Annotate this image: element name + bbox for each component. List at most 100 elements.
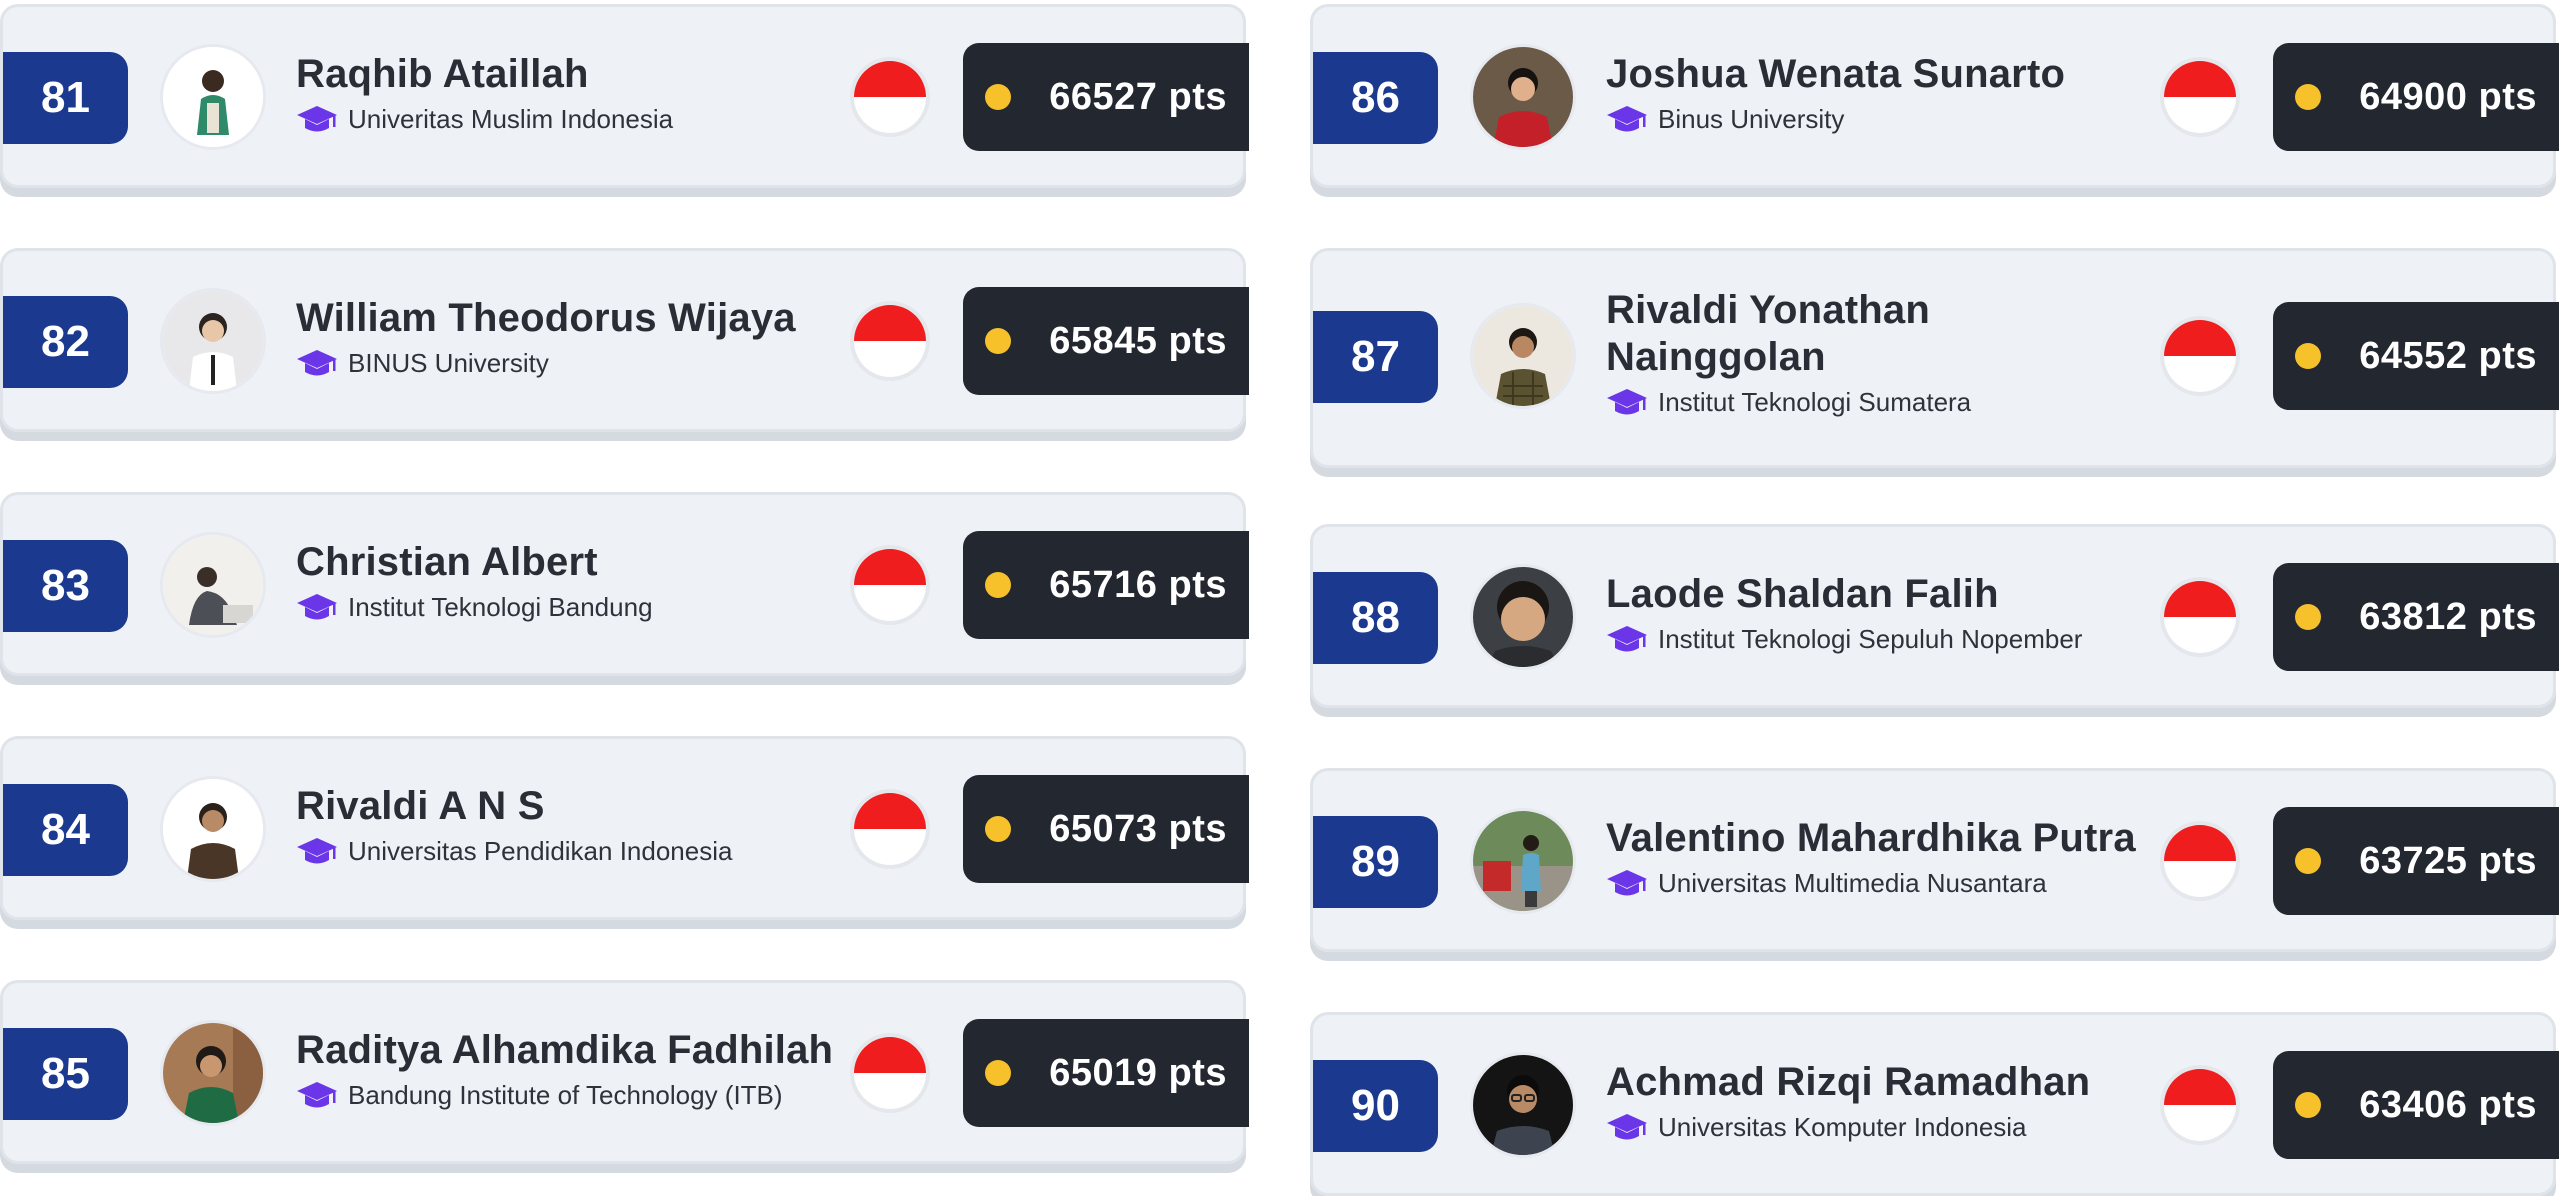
leaderboard-card[interactable]: 81 Raqhib Ataillah Univeritas Muslim Ind… xyxy=(0,4,1249,188)
points-value: 64900 pts xyxy=(2359,75,2537,118)
player-name: Rivaldi Yonathan Nainggolan xyxy=(1606,288,1931,379)
coin-dot-icon xyxy=(2295,1092,2321,1118)
points-badge: 65845 pts xyxy=(963,287,1249,395)
points-value: 64552 pts xyxy=(2359,334,2537,377)
avatar xyxy=(163,47,263,147)
university-name: Universitas Komputer Indonesia xyxy=(1658,1112,2027,1142)
points-value: 63406 pts xyxy=(2359,1083,2537,1126)
player-info: Achmad Rizqi Ramadhan Universitas Komput… xyxy=(1606,1059,2146,1142)
indonesia-flag-icon xyxy=(854,61,926,133)
leaderboard-card[interactable]: 83 Christian Albert Institut Teknologi B… xyxy=(0,492,1249,676)
points-badge: 65019 pts xyxy=(963,1019,1249,1127)
indonesia-flag-icon xyxy=(854,549,926,621)
points-badge: 65716 pts xyxy=(963,531,1249,639)
rank-badge: 87 xyxy=(1313,311,1438,403)
points-badge: 63406 pts xyxy=(2273,1051,2559,1159)
leaderboard-card[interactable]: 87 Rivaldi Yonathan Nainggolan Institut … xyxy=(1310,248,2559,468)
avatar xyxy=(163,1023,263,1123)
avatar xyxy=(163,779,263,879)
points-badge: 66527 pts xyxy=(963,43,1249,151)
university-row: Binus University xyxy=(1606,104,2146,134)
points-value: 63725 pts xyxy=(2359,839,2537,882)
coin-dot-icon xyxy=(2295,848,2321,874)
university-name: Universitas Pendidikan Indonesia xyxy=(348,836,733,866)
university-row: Institut Teknologi Sepuluh Nopember xyxy=(1606,624,2146,654)
avatar-image xyxy=(163,1023,263,1123)
avatar xyxy=(163,535,263,635)
university-row: BINUS University xyxy=(296,348,836,378)
points-badge: 64900 pts xyxy=(2273,43,2559,151)
avatar-image xyxy=(1473,1055,1573,1155)
university-name: Universitas Multimedia Nusantara xyxy=(1658,868,2047,898)
points-badge: 63812 pts xyxy=(2273,563,2559,671)
player-info: Rivaldi Yonathan Nainggolan Institut Tek… xyxy=(1606,287,2146,417)
indonesia-flag-icon xyxy=(2164,61,2236,133)
avatar-image xyxy=(163,779,263,879)
rank-badge: 86 xyxy=(1313,52,1438,144)
points-value: 65019 pts xyxy=(1049,1051,1227,1094)
leaderboard-card[interactable]: 90 Achmad Rizqi Ramadhan Universitas Kom… xyxy=(1310,1012,2559,1196)
leaderboard-card[interactable]: 84 Rivaldi A N S Universitas Pendidikan … xyxy=(0,736,1249,920)
rank-badge: 82 xyxy=(3,296,128,388)
indonesia-flag-icon xyxy=(2164,320,2236,392)
avatar-image xyxy=(1473,47,1573,147)
indonesia-flag-icon xyxy=(854,305,926,377)
points-value: 63812 pts xyxy=(2359,595,2537,638)
rank-badge: 83 xyxy=(3,540,128,632)
player-info: Valentino Mahardhika Putra Universitas M… xyxy=(1606,815,2146,898)
avatar-image xyxy=(163,47,263,147)
graduation-cap-icon xyxy=(1607,870,1647,896)
university-name: Institut Teknologi Sumatera xyxy=(1658,387,1972,417)
avatar xyxy=(1473,811,1573,911)
avatar xyxy=(1473,306,1573,406)
university-name: BINUS University xyxy=(348,348,549,378)
player-name: Raditya Alhamdika Fadhilah xyxy=(296,1028,834,1072)
points-value: 65716 pts xyxy=(1049,563,1227,606)
university-name: Univeritas Muslim Indonesia xyxy=(348,104,674,134)
graduation-cap-icon xyxy=(297,106,337,132)
coin-dot-icon xyxy=(985,328,1011,354)
leaderboard-card[interactable]: 82 William Theodorus Wijaya BINUS Univer… xyxy=(0,248,1249,432)
leaderboard-card[interactable]: 88 Laode Shaldan Falih Institut Teknolog… xyxy=(1310,524,2559,708)
avatar xyxy=(1473,567,1573,667)
avatar-image xyxy=(1473,567,1573,667)
university-row: Institut Teknologi Bandung xyxy=(296,592,836,622)
university-row: Universitas Komputer Indonesia xyxy=(1606,1112,2146,1142)
coin-dot-icon xyxy=(985,1060,1011,1086)
player-name: Rivaldi A N S xyxy=(296,784,545,828)
university-row: Univeritas Muslim Indonesia xyxy=(296,104,836,134)
leaderboard-card[interactable]: 86 Joshua Wenata Sunarto Binus Universit… xyxy=(1310,4,2559,188)
coin-dot-icon xyxy=(985,816,1011,842)
graduation-cap-icon xyxy=(1607,389,1647,415)
player-name: William Theodorus Wijaya xyxy=(296,296,796,340)
leaderboard-card[interactable]: 89 Valentino Mahardhika Putra Universita… xyxy=(1310,768,2559,952)
avatar xyxy=(1473,47,1573,147)
player-name: Joshua Wenata Sunarto xyxy=(1606,52,2066,96)
player-info: Raqhib Ataillah Univeritas Muslim Indone… xyxy=(296,51,836,134)
avatar-image xyxy=(163,535,263,635)
university-row: Universitas Multimedia Nusantara xyxy=(1606,868,2146,898)
avatar xyxy=(1473,1055,1573,1155)
player-name: Christian Albert xyxy=(296,540,598,584)
graduation-cap-icon xyxy=(297,350,337,376)
university-row: Universitas Pendidikan Indonesia xyxy=(296,836,836,866)
player-name: Raqhib Ataillah xyxy=(296,52,589,96)
university-name: Binus University xyxy=(1658,104,1845,134)
indonesia-flag-icon xyxy=(2164,825,2236,897)
player-name: Valentino Mahardhika Putra xyxy=(1606,816,2136,860)
university-name: Institut Teknologi Sepuluh Nopember xyxy=(1658,624,2083,654)
avatar-image xyxy=(1473,811,1573,911)
graduation-cap-icon xyxy=(297,594,337,620)
player-name: Achmad Rizqi Ramadhan xyxy=(1606,1060,2091,1104)
rank-badge: 90 xyxy=(1313,1060,1438,1152)
player-info: Christian Albert Institut Teknologi Band… xyxy=(296,539,836,622)
university-row: Institut Teknologi Sumatera xyxy=(1606,387,2146,417)
leaderboard-card[interactable]: 85 Raditya Alhamdika Fadhilah Bandung In… xyxy=(0,980,1249,1164)
player-info: Rivaldi A N S Universitas Pendidikan Ind… xyxy=(296,783,836,866)
indonesia-flag-icon xyxy=(854,1037,926,1109)
coin-dot-icon xyxy=(2295,84,2321,110)
graduation-cap-icon xyxy=(1607,1114,1647,1140)
university-name: Institut Teknologi Bandung xyxy=(348,592,653,622)
graduation-cap-icon xyxy=(1607,626,1647,652)
indonesia-flag-icon xyxy=(854,793,926,865)
